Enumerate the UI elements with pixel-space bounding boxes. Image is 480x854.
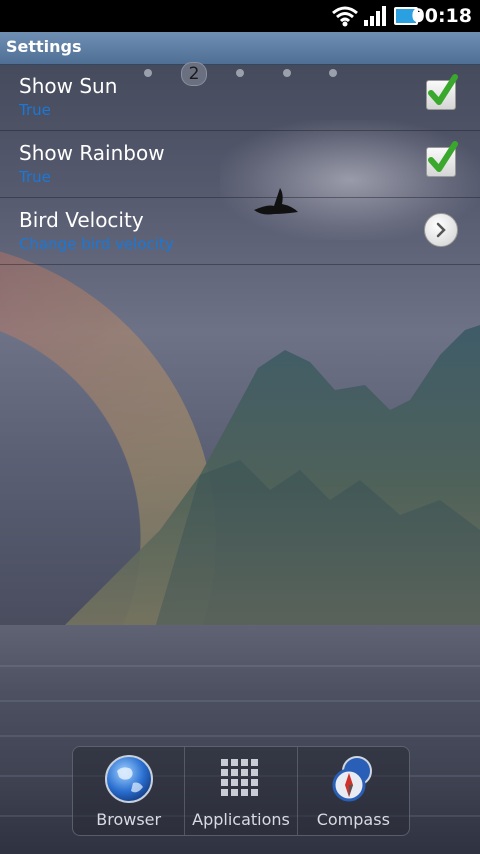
settings-header: Settings: [0, 32, 480, 65]
compass-icon: [332, 756, 373, 802]
page-dot-current: 2: [181, 62, 207, 86]
setting-bird-velocity[interactable]: Bird Velocity Change bird velocity: [0, 198, 480, 265]
chevron-right-icon: [436, 222, 446, 238]
setting-summary: Change bird velocity: [19, 235, 174, 253]
header-title: Settings: [6, 37, 82, 56]
dock-label: Browser: [96, 810, 162, 829]
dock-applications[interactable]: Applications: [185, 747, 298, 835]
setting-summary: True: [19, 101, 51, 119]
dock-browser[interactable]: Browser: [73, 747, 186, 835]
dock-label: Applications: [192, 810, 290, 829]
page-dot[interactable]: [283, 69, 291, 77]
bird-icon: [254, 188, 298, 215]
signal-icon: [364, 6, 386, 26]
status-clock: 00:18: [411, 5, 472, 27]
setting-summary: True: [19, 168, 51, 186]
wifi-icon: [332, 6, 358, 27]
page-indicator: 2: [0, 62, 480, 86]
dock-label: Compass: [316, 810, 390, 829]
dock-compass[interactable]: Compass: [298, 747, 409, 835]
setting-title: Show Rainbow: [19, 141, 165, 165]
status-bar: 00:18: [0, 0, 480, 32]
show-rainbow-checkbox[interactable]: [426, 141, 458, 177]
show-sun-checkbox[interactable]: [426, 74, 458, 110]
app-grid-icon: [220, 759, 258, 796]
setting-show-rainbow[interactable]: Show Rainbow True: [0, 131, 480, 198]
globe-icon: [104, 755, 153, 803]
mountain-island: [40, 325, 480, 645]
setting-title: Bird Velocity: [19, 208, 144, 232]
page-dot[interactable]: [329, 69, 337, 77]
app-dock: Browser Applications Compass: [72, 746, 410, 836]
bird-velocity-arrow-button[interactable]: [424, 213, 458, 247]
settings-list: Show Sun True Show Rainbow True Bird Vel…: [0, 64, 480, 265]
page-dot[interactable]: [236, 69, 244, 77]
checkmark-icon: [428, 141, 458, 172]
page-dot[interactable]: [144, 69, 152, 77]
